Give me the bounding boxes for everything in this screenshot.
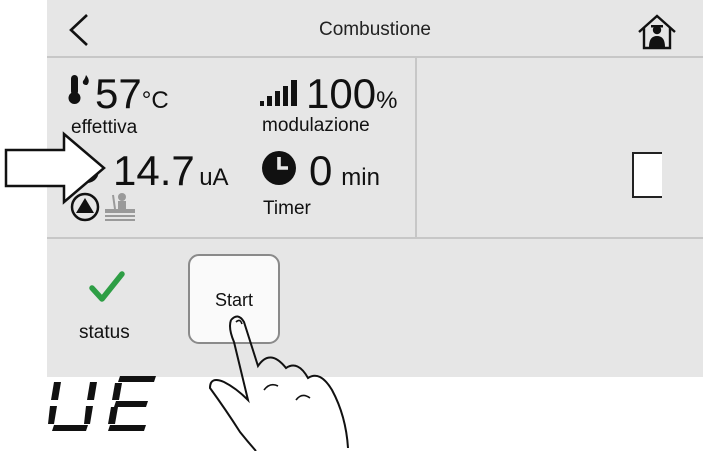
thermometer-icon [68, 75, 89, 104]
flame-current-readout: 14.7 uA [113, 147, 229, 195]
signal-bars-icon [260, 80, 297, 106]
modulation-value: 100 [306, 70, 377, 117]
stats-right-area [417, 58, 703, 239]
temperature-value: 57 [95, 70, 142, 117]
checkmark-icon [89, 271, 125, 302]
hand-tap-icon [208, 315, 349, 451]
modulation-label: modulazione [262, 115, 370, 136]
flame-current-value: 14.7 [113, 147, 195, 194]
header-bar: Combustione [47, 0, 703, 58]
timer-label: Timer [263, 198, 311, 219]
partial-control-box [632, 152, 662, 198]
temperature-unit: °C [141, 87, 169, 114]
seven-segment-display [48, 376, 156, 431]
timer-unit: min [341, 164, 380, 191]
app-panel: Combustione 57°C effettiva 100% modulazi… [47, 0, 703, 377]
timer-value: 0 [309, 147, 333, 194]
clock-icon [262, 151, 296, 185]
modulation-readout: 100% [306, 70, 397, 118]
page-title: Combustione [319, 19, 431, 40]
modulation-unit: % [376, 87, 398, 114]
timer-readout: 0 min [309, 147, 380, 195]
flame-current-unit: uA [199, 164, 229, 191]
temperature-readout: 57°C [95, 70, 169, 118]
pointer-arrow-icon [4, 131, 106, 205]
house-person-icon[interactable] [635, 13, 679, 51]
status-label: status [79, 322, 130, 343]
